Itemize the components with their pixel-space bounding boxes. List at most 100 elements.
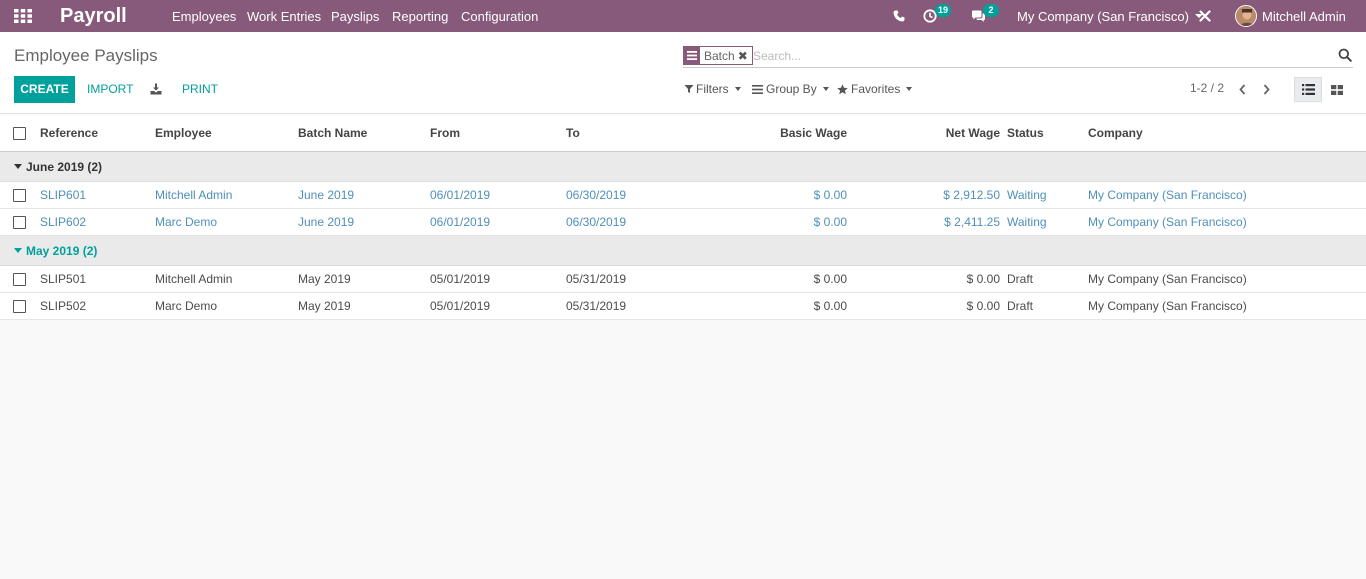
company-switcher[interactable]: My Company (San Francisco): [1017, 0, 1203, 32]
cell-company: My Company (San Francisco): [1088, 188, 1247, 202]
menu-payslips[interactable]: Payslips: [331, 0, 379, 32]
cell-basic-wage: $ 0.00: [813, 299, 847, 313]
cell-employee: Mitchell Admin: [155, 188, 233, 202]
control-panel: Employee Payslips CREATE IMPORT PRINT Ba…: [0, 32, 1366, 114]
user-menu[interactable]: Mitchell Admin: [1235, 0, 1346, 32]
table-row[interactable]: SLIP501 Mitchell Admin May 2019 05/01/20…: [0, 266, 1366, 293]
avatar: [1235, 5, 1257, 27]
row-checkbox[interactable]: [13, 273, 26, 286]
cell-from: 05/01/2019: [430, 299, 491, 313]
cell-batch-name: June 2019: [298, 215, 355, 229]
cell-reference: SLIP501: [40, 272, 87, 286]
cell-to: 06/30/2019: [566, 188, 627, 202]
print-button[interactable]: PRINT: [182, 76, 218, 103]
menu-work-entries[interactable]: Work Entries: [247, 0, 321, 32]
table-row[interactable]: SLIP602 Marc Demo June 2019 06/01/2019 0…: [0, 209, 1366, 236]
favorites-label: Favorites: [851, 82, 901, 96]
table-row[interactable]: SLIP601 Mitchell Admin June 2019 06/01/2…: [0, 182, 1366, 209]
col-company[interactable]: Company: [1088, 114, 1143, 151]
messages-badge: 2: [983, 4, 999, 17]
search-input[interactable]: [753, 46, 1313, 65]
chevron-down-icon: [822, 87, 829, 91]
cell-from: 06/01/2019: [430, 215, 491, 229]
groupby-label: Group By: [766, 82, 817, 96]
group-label: June 2019 (2): [26, 159, 103, 174]
group-label: May 2019 (2): [26, 243, 98, 258]
cell-net-wage: $ 0.00: [966, 272, 1000, 286]
top-navbar: Payroll Employees Work Entries Payslips …: [0, 0, 1366, 32]
caret-down-icon: [14, 164, 22, 169]
filters-dropdown[interactable]: Filters: [684, 81, 741, 97]
cell-company: My Company (San Francisco): [1088, 272, 1247, 286]
cell-employee: Mitchell Admin: [155, 272, 233, 286]
pager-value[interactable]: 1-2 / 2: [1190, 81, 1224, 95]
filters-label: Filters: [696, 82, 729, 96]
row-checkbox[interactable]: [13, 189, 26, 202]
cell-from: 05/01/2019: [430, 272, 491, 286]
cell-status: Draft: [1007, 299, 1034, 313]
cell-net-wage: $ 0.00: [966, 299, 1000, 313]
group-list-icon: [684, 47, 700, 64]
table-row[interactable]: SLIP502 Marc Demo May 2019 05/01/2019 05…: [0, 293, 1366, 320]
cell-to: 06/30/2019: [566, 215, 627, 229]
col-net-wage[interactable]: Net Wage: [860, 114, 1000, 151]
col-reference[interactable]: Reference: [40, 114, 98, 151]
row-checkbox[interactable]: [13, 300, 26, 313]
cell-net-wage: $ 2,912.50: [943, 188, 1000, 202]
cell-status: Draft: [1007, 272, 1034, 286]
pager-previous-icon[interactable]: [1235, 80, 1249, 98]
groupby-dropdown[interactable]: Group By: [752, 81, 829, 97]
select-all-checkbox[interactable]: [13, 126, 26, 140]
activity-badge: 19: [935, 4, 952, 17]
cell-reference: SLIP602: [40, 215, 87, 229]
pager-next-icon[interactable]: [1259, 80, 1273, 98]
apps-menu-icon[interactable]: [14, 0, 32, 32]
group-row-june-2019[interactable]: June 2019 (2): [0, 152, 1366, 182]
search-facet-batch[interactable]: Batch ✖: [683, 46, 753, 65]
download-icon[interactable]: [150, 83, 162, 95]
cell-from: 06/01/2019: [430, 188, 491, 202]
company-name: My Company (San Francisco): [1017, 8, 1189, 24]
table-header: Reference Employee Batch Name From To Ba…: [0, 114, 1366, 152]
create-button[interactable]: CREATE: [14, 76, 75, 103]
cell-basic-wage: $ 0.00: [813, 272, 847, 286]
user-name: Mitchell Admin: [1262, 8, 1346, 24]
group-row-may-2019[interactable]: May 2019 (2): [0, 236, 1366, 266]
cell-company: My Company (San Francisco): [1088, 215, 1247, 229]
row-checkbox[interactable]: [13, 216, 26, 229]
group-bars-icon: [752, 84, 763, 94]
cell-batch-name: May 2019: [298, 299, 351, 313]
debug-tools-icon[interactable]: [1199, 0, 1212, 32]
facet-remove-icon[interactable]: ✖: [738, 49, 752, 63]
cell-reference: SLIP502: [40, 299, 87, 313]
search-icon[interactable]: [1338, 48, 1352, 62]
cell-reference: SLIP601: [40, 188, 87, 202]
col-to[interactable]: To: [566, 114, 580, 151]
cell-basic-wage: $ 0.00: [813, 215, 847, 229]
star-icon: [837, 83, 848, 94]
col-batch-name[interactable]: Batch Name: [298, 114, 367, 151]
cell-status: Waiting: [1007, 215, 1047, 229]
import-button[interactable]: IMPORT: [87, 76, 133, 103]
menu-employees[interactable]: Employees: [172, 0, 236, 32]
col-status[interactable]: Status: [1007, 114, 1044, 151]
col-from[interactable]: From: [430, 114, 460, 151]
cell-to: 05/31/2019: [566, 299, 627, 313]
cell-batch-name: June 2019: [298, 188, 355, 202]
col-employee[interactable]: Employee: [155, 114, 212, 151]
cell-net-wage: $ 2,411.25: [944, 215, 1000, 229]
app-brand[interactable]: Payroll: [60, 0, 127, 32]
caret-down-icon: [14, 248, 22, 253]
filter-funnel-icon: [684, 85, 694, 93]
facet-label: Batch: [704, 48, 735, 63]
col-basic-wage[interactable]: Basic Wage: [700, 114, 847, 151]
menu-reporting[interactable]: Reporting: [392, 0, 448, 32]
cell-employee: Marc Demo: [155, 215, 218, 229]
menu-configuration[interactable]: Configuration: [461, 0, 538, 32]
kanban-view-icon[interactable]: [1323, 77, 1351, 102]
favorites-dropdown[interactable]: Favorites: [837, 81, 913, 97]
cell-basic-wage: $ 0.00: [813, 188, 847, 202]
phone-icon[interactable]: [893, 0, 907, 32]
cell-to: 05/31/2019: [566, 272, 627, 286]
list-view-icon[interactable]: [1294, 77, 1322, 102]
